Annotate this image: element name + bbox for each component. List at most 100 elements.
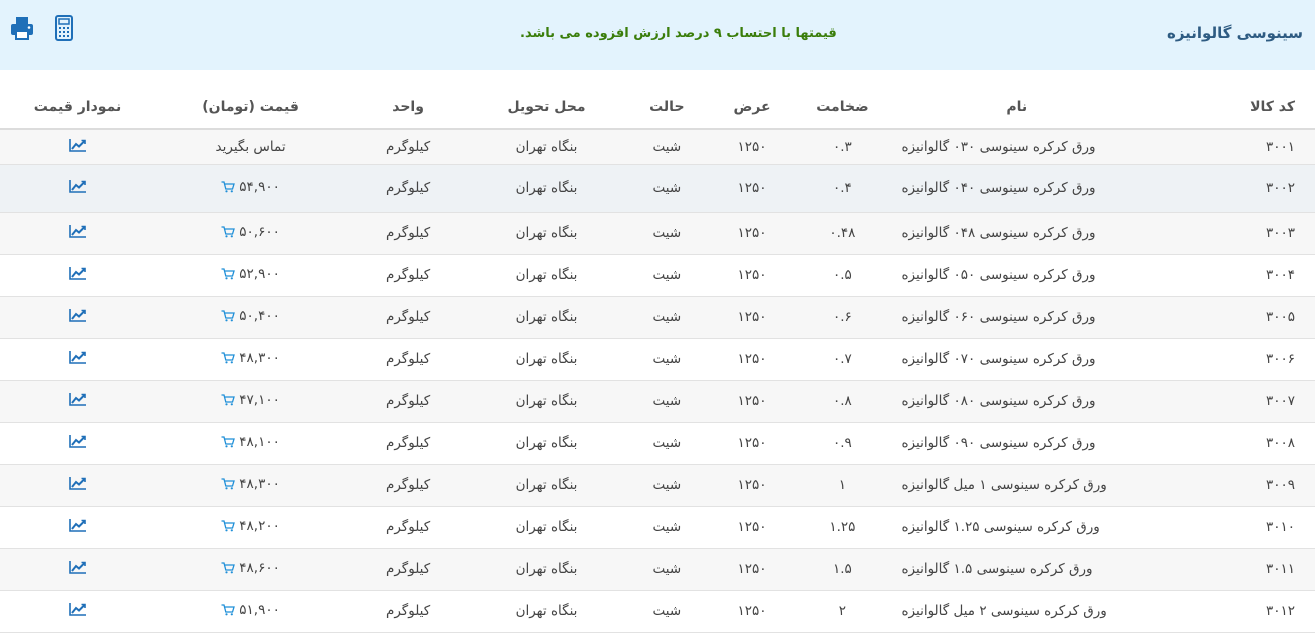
cart-icon[interactable]: [221, 604, 236, 616]
product-name-link[interactable]: ورق کرکره سینوسی ۰۴۸ گالوانیزه: [901, 225, 1095, 241]
cell-code: ۳۰۰۹: [1222, 464, 1315, 507]
price-chart-icon[interactable]: [68, 560, 87, 574]
cell-width: ۱۲۵۰: [710, 338, 794, 381]
cell-code: ۳۰۱۱: [1222, 548, 1315, 591]
product-name-link[interactable]: ورق کرکره سینوسی ۲ میل گالوانیزه: [901, 603, 1106, 619]
col-price: قیمت (تومان): [155, 86, 347, 130]
cell-price: ۴۷,۱۰۰: [155, 380, 347, 423]
cell-chart[interactable]: [0, 464, 156, 507]
cell-chart[interactable]: [0, 296, 156, 339]
cell-chart[interactable]: [0, 380, 156, 423]
price-wrap: ۵۱,۹۰۰: [221, 602, 280, 618]
cell-chart[interactable]: [0, 254, 156, 297]
col-delivery: محل تحویل: [470, 86, 623, 130]
cell-state: شیت: [622, 296, 711, 339]
cart-icon[interactable]: [221, 181, 236, 193]
price-value: ۴۸,۶۰۰: [239, 560, 280, 576]
product-name-link[interactable]: ورق کرکره سینوسی ۰۹۰ گالوانیزه: [901, 435, 1095, 451]
product-name-link[interactable]: ورق کرکره سینوسی ۰۳۰ گالوانیزه: [901, 139, 1095, 155]
cell-state: شیت: [622, 548, 711, 591]
cell-price: ۵۱,۹۰۰: [155, 590, 347, 633]
cell-name[interactable]: ورق کرکره سینوسی ۱.۵ گالوانیزه: [891, 548, 1223, 591]
cell-chart[interactable]: [0, 422, 156, 465]
cart-icon[interactable]: [221, 352, 236, 364]
product-name-link[interactable]: ورق کرکره سینوسی ۱.۵ گالوانیزه: [901, 561, 1092, 577]
price-chart-icon[interactable]: [68, 224, 87, 238]
cell-price: ۵۰,۴۰۰: [155, 296, 347, 339]
cell-state: شیت: [622, 590, 711, 633]
calculator-button[interactable]: [50, 14, 78, 42]
product-name-link[interactable]: ورق کرکره سینوسی ۱.۲۵ گالوانیزه: [901, 519, 1099, 535]
price-chart-icon[interactable]: [68, 434, 87, 448]
price-value: ۵۰,۶۰۰: [239, 224, 280, 240]
cell-state: شیت: [622, 422, 711, 465]
cart-icon[interactable]: [221, 478, 236, 490]
price-chart-icon[interactable]: [68, 476, 87, 490]
cell-unit: کیلوگرم: [346, 254, 471, 297]
price-chart-icon[interactable]: [68, 392, 87, 406]
price-chart-icon[interactable]: [68, 350, 87, 364]
cell-chart[interactable]: [0, 212, 156, 255]
cell-price: ۴۸,۶۰۰: [155, 548, 347, 591]
cell-state: شیت: [622, 129, 711, 165]
product-name-link[interactable]: ورق کرکره سینوسی ۰۶۰ گالوانیزه: [901, 309, 1095, 325]
price-chart-icon[interactable]: [68, 138, 87, 152]
price-chart-icon[interactable]: [68, 308, 87, 322]
cell-chart[interactable]: [0, 129, 156, 165]
cell-name[interactable]: ورق کرکره سینوسی ۰۴۰ گالوانیزه: [891, 164, 1223, 213]
printer-icon: [11, 17, 33, 40]
product-name-link[interactable]: ورق کرکره سینوسی ۰۷۰ گالوانیزه: [901, 351, 1095, 367]
cell-name[interactable]: ورق کرکره سینوسی ۱ میل گالوانیزه: [891, 464, 1223, 507]
cell-code: ۳۰۰۲: [1222, 164, 1315, 213]
cell-unit: کیلوگرم: [346, 506, 471, 549]
cell-unit: کیلوگرم: [346, 548, 471, 591]
cell-chart[interactable]: [0, 506, 156, 549]
table-row: ۳۰۱۲ ورق کرکره سینوسی ۲ میل گالوانیزه ۲ ۱۲۵…: [0, 590, 1315, 633]
cart-icon[interactable]: [221, 226, 236, 238]
cart-icon[interactable]: [221, 562, 236, 574]
price-chart-icon[interactable]: [68, 518, 87, 532]
cell-name[interactable]: ورق کرکره سینوسی ۰۳۰ گالوانیزه: [891, 129, 1223, 165]
cart-icon[interactable]: [221, 394, 236, 406]
vat-note: قیمتها با احتساب ۹ درصد ارزش افزوده می ب…: [520, 26, 837, 41]
cell-state: شیت: [622, 254, 711, 297]
cell-width: ۱۲۵۰: [710, 464, 794, 507]
cell-name[interactable]: ورق کرکره سینوسی ۰۶۰ گالوانیزه: [891, 296, 1223, 339]
price-table: کد کالا نام ضخامت عرض حالت محل تحویل واح…: [0, 86, 1315, 633]
cell-name[interactable]: ورق کرکره سینوسی ۰۵۰ گالوانیزه: [891, 254, 1223, 297]
cell-code: ۳۰۰۳: [1222, 212, 1315, 255]
col-name: نام: [891, 86, 1223, 130]
cell-unit: کیلوگرم: [346, 296, 471, 339]
price-wrap: ۵۴,۹۰۰: [221, 179, 280, 195]
cell-price: ۴۸,۳۰۰: [155, 464, 347, 507]
cell-state: شیت: [622, 164, 711, 213]
cart-icon[interactable]: [221, 436, 236, 448]
cell-width: ۱۲۵۰: [710, 380, 794, 423]
cell-name[interactable]: ورق کرکره سینوسی ۲ میل گالوانیزه: [891, 590, 1223, 633]
cart-icon[interactable]: [221, 268, 236, 280]
cell-chart[interactable]: [0, 548, 156, 591]
price-value: ۴۸,۳۰۰: [239, 476, 280, 492]
price-chart-icon[interactable]: [68, 266, 87, 280]
cell-thickness: ۰.۷: [793, 338, 892, 381]
cell-delivery: بنگاه تهران: [470, 338, 623, 381]
product-name-link[interactable]: ورق کرکره سینوسی ۱ میل گالوانیزه: [901, 477, 1106, 493]
cell-name[interactable]: ورق کرکره سینوسی ۰۸۰ گالوانیزه: [891, 380, 1223, 423]
print-button[interactable]: [8, 14, 36, 42]
product-name-link[interactable]: ورق کرکره سینوسی ۰۸۰ گالوانیزه: [901, 393, 1095, 409]
cell-chart[interactable]: [0, 590, 156, 633]
cart-icon[interactable]: [221, 310, 236, 322]
cart-icon[interactable]: [221, 520, 236, 532]
cell-chart[interactable]: [0, 164, 156, 213]
product-name-link[interactable]: ورق کرکره سینوسی ۰۵۰ گالوانیزه: [901, 267, 1095, 283]
cell-width: ۱۲۵۰: [710, 129, 794, 165]
product-name-link[interactable]: ورق کرکره سینوسی ۰۴۰ گالوانیزه: [901, 180, 1095, 196]
price-chart-icon[interactable]: [68, 179, 87, 193]
cell-name[interactable]: ورق کرکره سینوسی ۰۴۸ گالوانیزه: [891, 212, 1223, 255]
cell-width: ۱۲۵۰: [710, 590, 794, 633]
cell-name[interactable]: ورق کرکره سینوسی ۰۹۰ گالوانیزه: [891, 422, 1223, 465]
price-chart-icon[interactable]: [68, 602, 87, 616]
cell-chart[interactable]: [0, 338, 156, 381]
cell-name[interactable]: ورق کرکره سینوسی ۰۷۰ گالوانیزه: [891, 338, 1223, 381]
cell-name[interactable]: ورق کرکره سینوسی ۱.۲۵ گالوانیزه: [891, 506, 1223, 549]
